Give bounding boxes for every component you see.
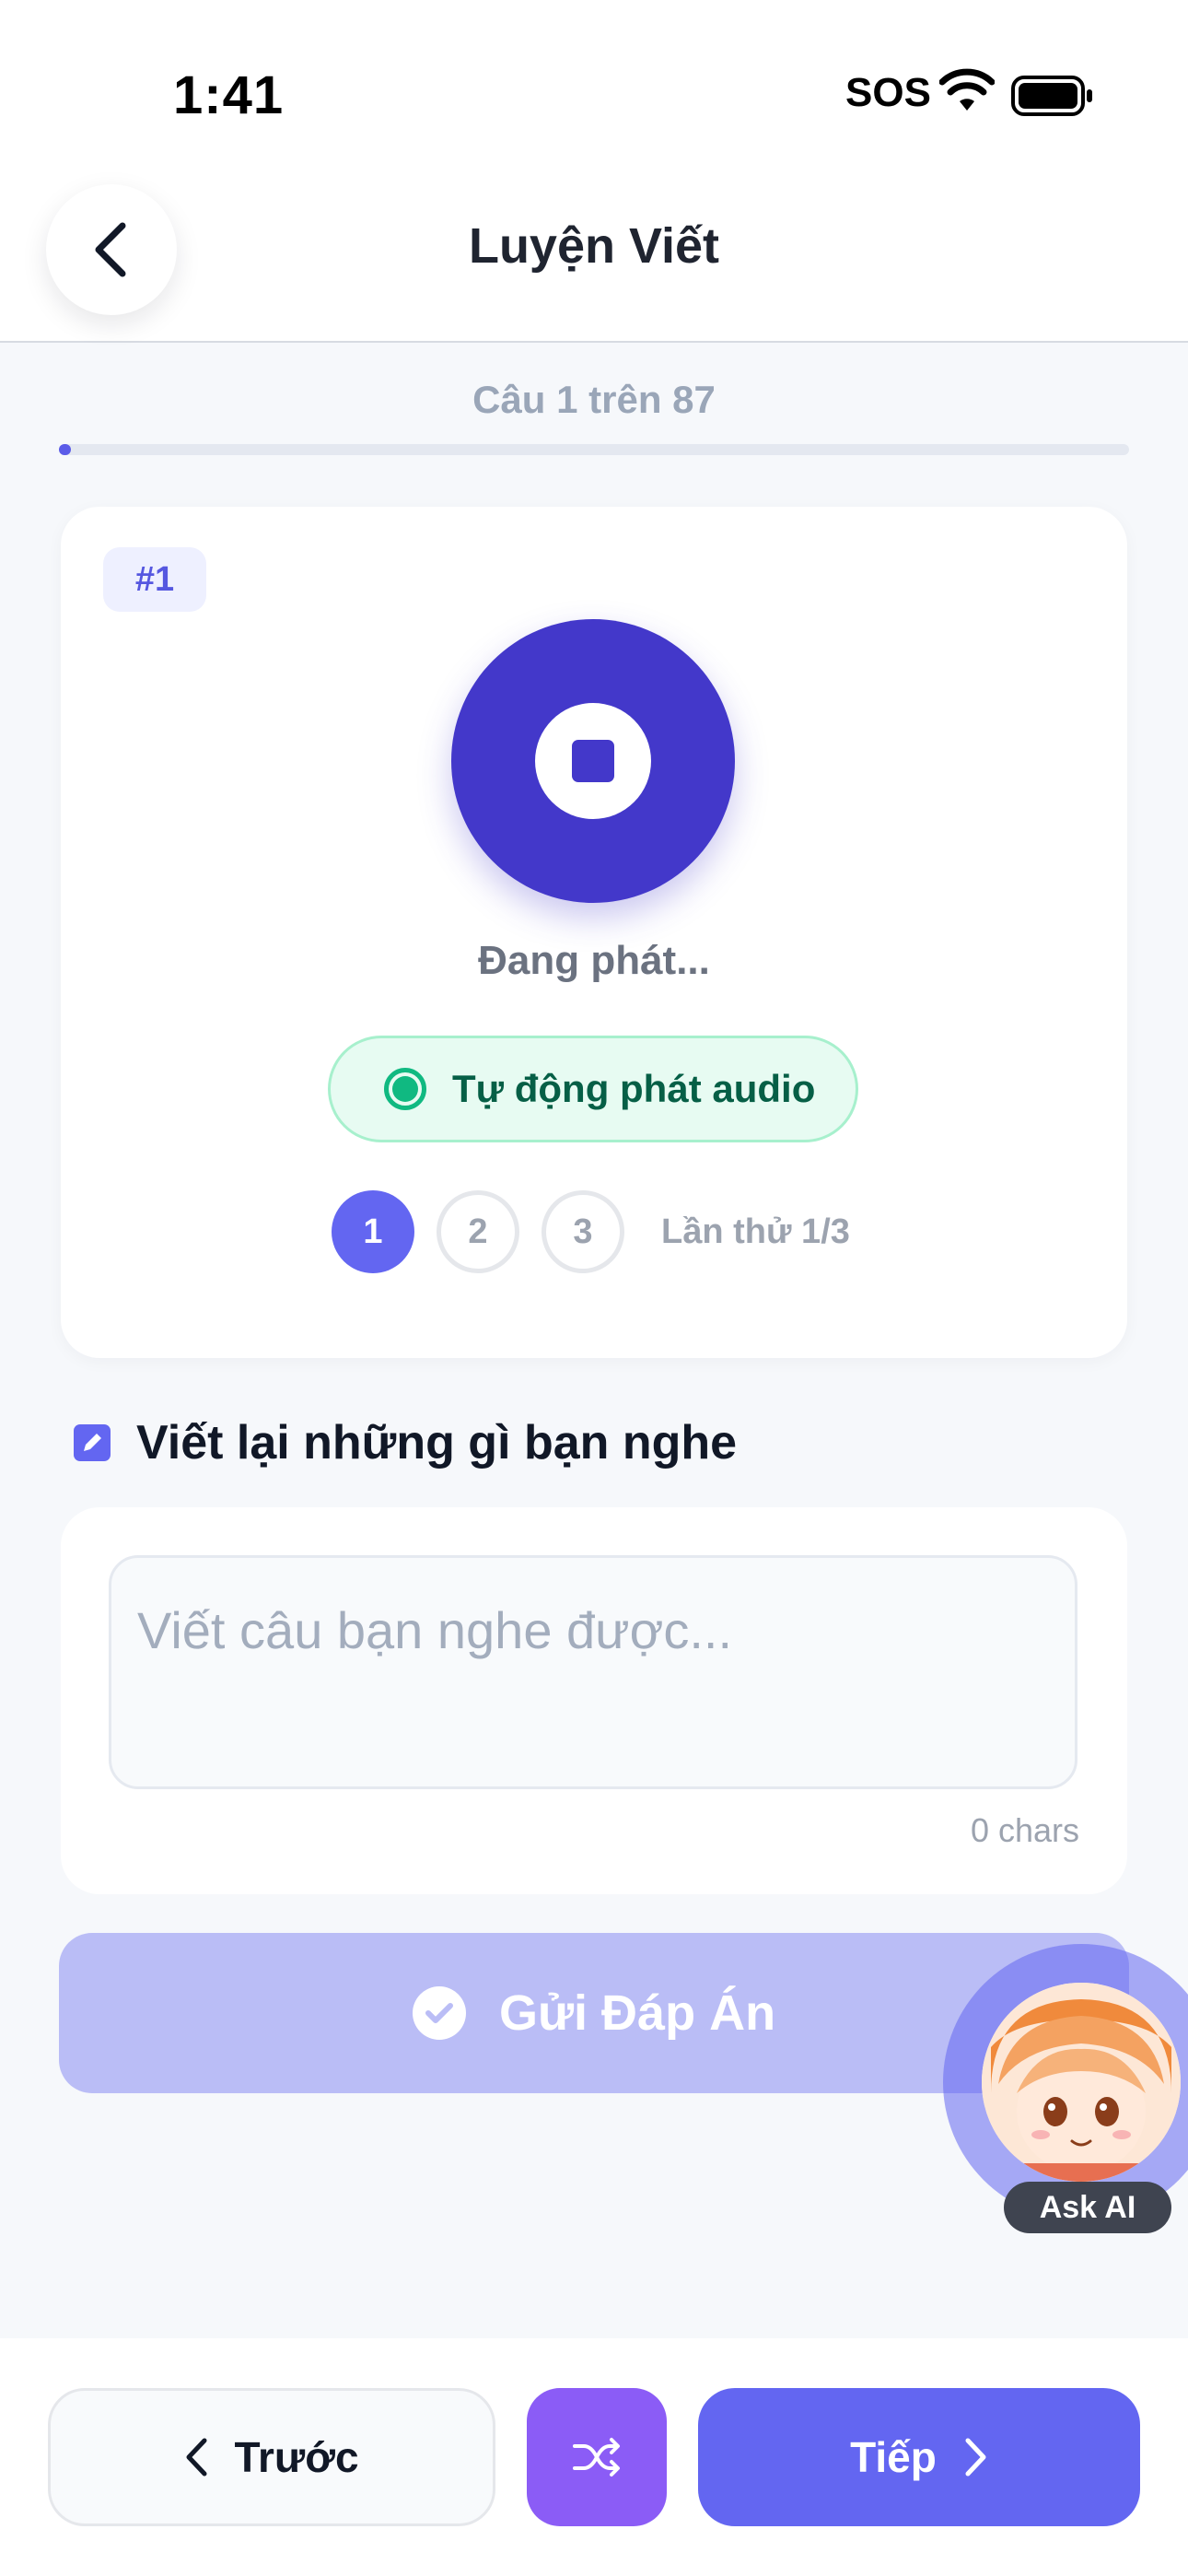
stop-audio-button[interactable] [451, 619, 735, 903]
shuffle-icon [573, 2438, 620, 2476]
ask-ai-label: Ask AI [1004, 2182, 1171, 2233]
next-label: Tiếp [850, 2433, 937, 2481]
stop-icon [535, 703, 651, 819]
attempt-2: 2 [437, 1190, 519, 1273]
attempt-label: Lần thử 1/3 [661, 1212, 850, 1251]
answer-card: 0 chars [61, 1507, 1127, 1894]
previous-label: Trước [234, 2433, 359, 2481]
progress-bar [59, 444, 1129, 455]
auto-play-toggle[interactable]: Tự động phát audio [328, 1036, 858, 1142]
attempt-3: 3 [542, 1190, 624, 1273]
battery-icon [1011, 76, 1092, 116]
edit-icon [74, 1424, 111, 1461]
progress-label: Câu 1 trên 87 [472, 378, 716, 421]
avatar [982, 1983, 1181, 2182]
submit-label: Gửi Đáp Án [498, 1985, 776, 2041]
write-section-title: Viết lại những gì bạn nghe [136, 1416, 738, 1469]
bottom-navigation: Trước Tiếp [0, 2338, 1188, 2576]
shuffle-button[interactable] [527, 2388, 667, 2526]
answer-input[interactable] [109, 1555, 1077, 1789]
status-carrier: SOS [845, 70, 931, 115]
status-bar: 1:41 SOS [0, 0, 1188, 166]
wifi-icon [939, 68, 995, 111]
question-number-badge: #1 [103, 547, 206, 612]
write-section-heading: Viết lại những gì bạn nghe [74, 1415, 737, 1470]
status-time: 1:41 [173, 65, 285, 125]
page-title: Luyện Viết [468, 218, 720, 274]
check-circle-icon [412, 1986, 466, 2040]
attempt-indicator: 1 2 3 Lần thử 1/3 [332, 1190, 850, 1273]
audio-card: #1 Đang phát... Tự động phát audio 1 2 3… [61, 507, 1127, 1358]
next-button[interactable]: Tiếp [698, 2388, 1140, 2526]
radio-on-icon [384, 1068, 426, 1110]
chevron-left-icon [186, 2438, 207, 2476]
attempt-1: 1 [332, 1190, 414, 1273]
progress-fill [59, 444, 72, 455]
auto-play-label: Tự động phát audio [452, 1067, 816, 1110]
previous-button[interactable]: Trước [48, 2388, 495, 2526]
char-count: 0 chars [970, 1811, 1079, 1849]
header: Luyện Viết [0, 166, 1188, 343]
ask-ai-button[interactable]: Ask AI [943, 1944, 1188, 2313]
chevron-right-icon [965, 2438, 986, 2476]
playback-status: Đang phát... [478, 938, 710, 983]
